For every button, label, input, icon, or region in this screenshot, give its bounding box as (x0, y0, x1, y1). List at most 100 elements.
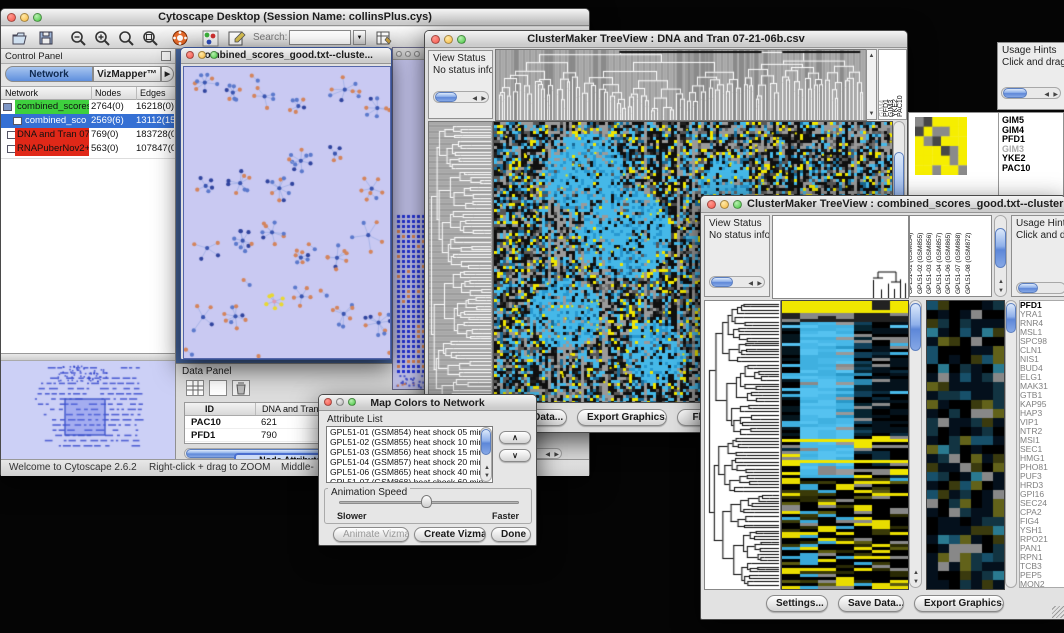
tv2-usage-hints-line2: Click and drag to (1012, 230, 1064, 242)
treeview2-window-controls[interactable] (707, 200, 742, 209)
attribute-list-item[interactable]: GPL51-07 (GSM868) heat shock 60 min (327, 477, 492, 483)
annotation-icon[interactable] (227, 29, 246, 48)
column-label[interactable]: PAC10 (897, 95, 904, 117)
zoom-selected-icon[interactable] (141, 29, 160, 48)
column-label[interactable]: GPL51-08 (GSM872) (965, 233, 972, 294)
birdseye-panel (1, 353, 175, 459)
tv2-usage-scroll[interactable] (1016, 282, 1064, 294)
attribute-list-item[interactable]: GPL51-06 (GSM865) heat shock 40 min (327, 467, 492, 477)
tv2-heatmap-vscroll[interactable]: ▲ ▼ (909, 300, 922, 588)
close-icon[interactable] (431, 35, 440, 44)
float-panel-icon[interactable] (161, 51, 171, 61)
zoom-window-icon[interactable] (457, 35, 466, 44)
close-icon[interactable] (7, 13, 16, 22)
attribute-list-vscroll[interactable]: ▲ ▼ (480, 427, 492, 482)
control-panel: Control Panel Network VizMapper™ ▶ Netwo… (1, 49, 176, 459)
network-row[interactable]: combined_sco2569(6)13112(15) (1, 114, 174, 128)
correlation-matrix-view[interactable] (915, 117, 967, 175)
main-titlebar[interactable]: Cytoscape Desktop (Session Name: collins… (1, 9, 589, 26)
tv2-view-status-scroll[interactable]: ◀ ▶ (709, 276, 765, 288)
tv1-view-status-scroll[interactable]: ◀ ▶ (433, 91, 489, 103)
main-window-controls[interactable] (7, 13, 42, 22)
network-name: combined_scores (15, 100, 89, 114)
treeview2-titlebar[interactable]: ClusterMaker TreeView : combined_scores_… (701, 196, 1064, 213)
tv2-export-graphics-button[interactable]: Export Graphics... (914, 595, 1004, 612)
tv2-settings-button[interactable]: Settings... (766, 595, 828, 612)
column-label[interactable]: GPL51-06 (GSM865) (945, 233, 952, 294)
network-row[interactable]: DNA and Tran 07769(0)183728(0) (1, 128, 174, 142)
minimize-icon (336, 398, 344, 406)
column-label[interactable]: GPL51-01 (GSM854) (909, 233, 914, 294)
delete-attribute-icon[interactable] (232, 380, 250, 396)
zoom-window-icon[interactable] (210, 51, 218, 59)
faster-label: Faster (492, 511, 519, 521)
node-appearance-icon[interactable] (201, 29, 220, 48)
data-col-id[interactable]: ID (205, 403, 214, 415)
close-icon[interactable] (324, 398, 332, 406)
column-label[interactable]: GPL51-04 (GSM857) (936, 233, 943, 294)
minimize-icon[interactable] (444, 35, 453, 44)
zoom-out-icon[interactable] (69, 29, 88, 48)
network-row[interactable]: combined_scores2764(0)16218(0) (1, 100, 174, 114)
tv2-heatmap[interactable] (781, 300, 909, 590)
resize-grip-icon[interactable] (1052, 606, 1064, 618)
tv1-column-dendrogram[interactable] (495, 49, 867, 121)
search-dropdown-icon[interactable]: ▼ (353, 30, 366, 45)
zoom-fit-icon[interactable] (117, 29, 136, 48)
tv2-save-data-button[interactable]: Save Data... (838, 595, 904, 612)
treeview1-window-controls[interactable] (431, 35, 466, 44)
save-icon[interactable] (37, 29, 56, 48)
minimize-icon[interactable] (198, 51, 206, 59)
zoom-in-icon[interactable] (93, 29, 112, 48)
search-input[interactable] (289, 30, 351, 45)
speed-slider-thumb[interactable] (421, 495, 432, 508)
move-up-button[interactable]: ∧ (499, 431, 531, 444)
table-edit-icon[interactable] (375, 29, 394, 48)
done-button[interactable]: Done (491, 527, 531, 542)
tv1-export-graphics-button[interactable]: Export Graphics... (577, 409, 667, 426)
attribute-list-item[interactable]: GPL51-03 (GSM856) heat shock 15 min (327, 447, 492, 457)
col-edges[interactable]: Edges (136, 87, 166, 100)
tv1-row-dendrogram[interactable] (428, 121, 493, 403)
gene-label[interactable]: PAC10 (1002, 164, 1062, 174)
new-attribute-icon[interactable] (209, 380, 227, 396)
col-nodes[interactable]: Nodes (91, 87, 121, 100)
fragment-usage-scroll[interactable]: ◀ ▶ (1001, 87, 1061, 99)
create-vizmap-button[interactable]: Create Vizmap (414, 527, 486, 542)
attribute-list-item[interactable]: GPL51-01 (GSM854) heat shock 05 min (327, 427, 492, 437)
dialog-titlebar[interactable]: Map Colors to Network (319, 395, 536, 411)
zoom-window-icon[interactable] (733, 200, 742, 209)
zoom-window-icon[interactable] (348, 398, 356, 406)
tab-more-icon[interactable]: ▶ (161, 66, 174, 82)
table-icon[interactable] (186, 380, 204, 396)
tab-network[interactable]: Network (5, 66, 93, 82)
treeview1-titlebar[interactable]: ClusterMaker TreeView : DNA and Tran 07-… (425, 31, 907, 48)
tv2-collabel-vscroll[interactable]: ▲ ▼ (994, 215, 1007, 297)
zoom-window-icon[interactable] (33, 13, 42, 22)
network-window-titlebar[interactable]: combined_scores_good.txt--cluste... (181, 48, 391, 64)
close-icon[interactable] (707, 200, 716, 209)
tv2-row-dendrogram[interactable] (704, 300, 781, 590)
open-file-icon[interactable] (11, 29, 30, 48)
column-label[interactable]: GPL51-03 (GSM856) (926, 233, 933, 294)
attribute-list-item[interactable]: GPL51-02 (GSM855) heat shock 10 min (327, 437, 492, 447)
minimize-icon[interactable] (720, 200, 729, 209)
tv2-column-dendrogram[interactable] (772, 215, 909, 299)
network-canvas[interactable] (183, 66, 391, 359)
column-label[interactable]: GPL51-02 (GSM855) (917, 233, 924, 294)
tv2-zoom-heatmap[interactable] (926, 300, 1005, 590)
tv1-col-scroll-strip[interactable]: ▲ ▼ (866, 49, 877, 120)
attribute-list-item[interactable]: GPL51-04 (GSM857) heat shock 20 min (327, 457, 492, 467)
close-icon[interactable] (186, 51, 194, 59)
tv2-genelist-vscroll[interactable] (1005, 300, 1017, 588)
tab-vizmapper[interactable]: VizMapper™ (93, 66, 161, 82)
attribute-listbox[interactable]: GPL51-01 (GSM854) heat shock 05 minGPL51… (326, 426, 493, 483)
minimize-icon[interactable] (20, 13, 29, 22)
birdseye-view[interactable] (1, 361, 172, 457)
network-row[interactable]: RNAPuberNov2+563(0)107847(0) (1, 142, 174, 156)
help-lifering-icon[interactable] (171, 29, 190, 48)
gene-label[interactable]: MON2 (1020, 580, 1064, 588)
move-down-button[interactable]: ∨ (499, 449, 531, 462)
col-network[interactable]: Network (5, 87, 38, 100)
column-label[interactable]: GPL51-07 (GSM868) (955, 233, 962, 294)
